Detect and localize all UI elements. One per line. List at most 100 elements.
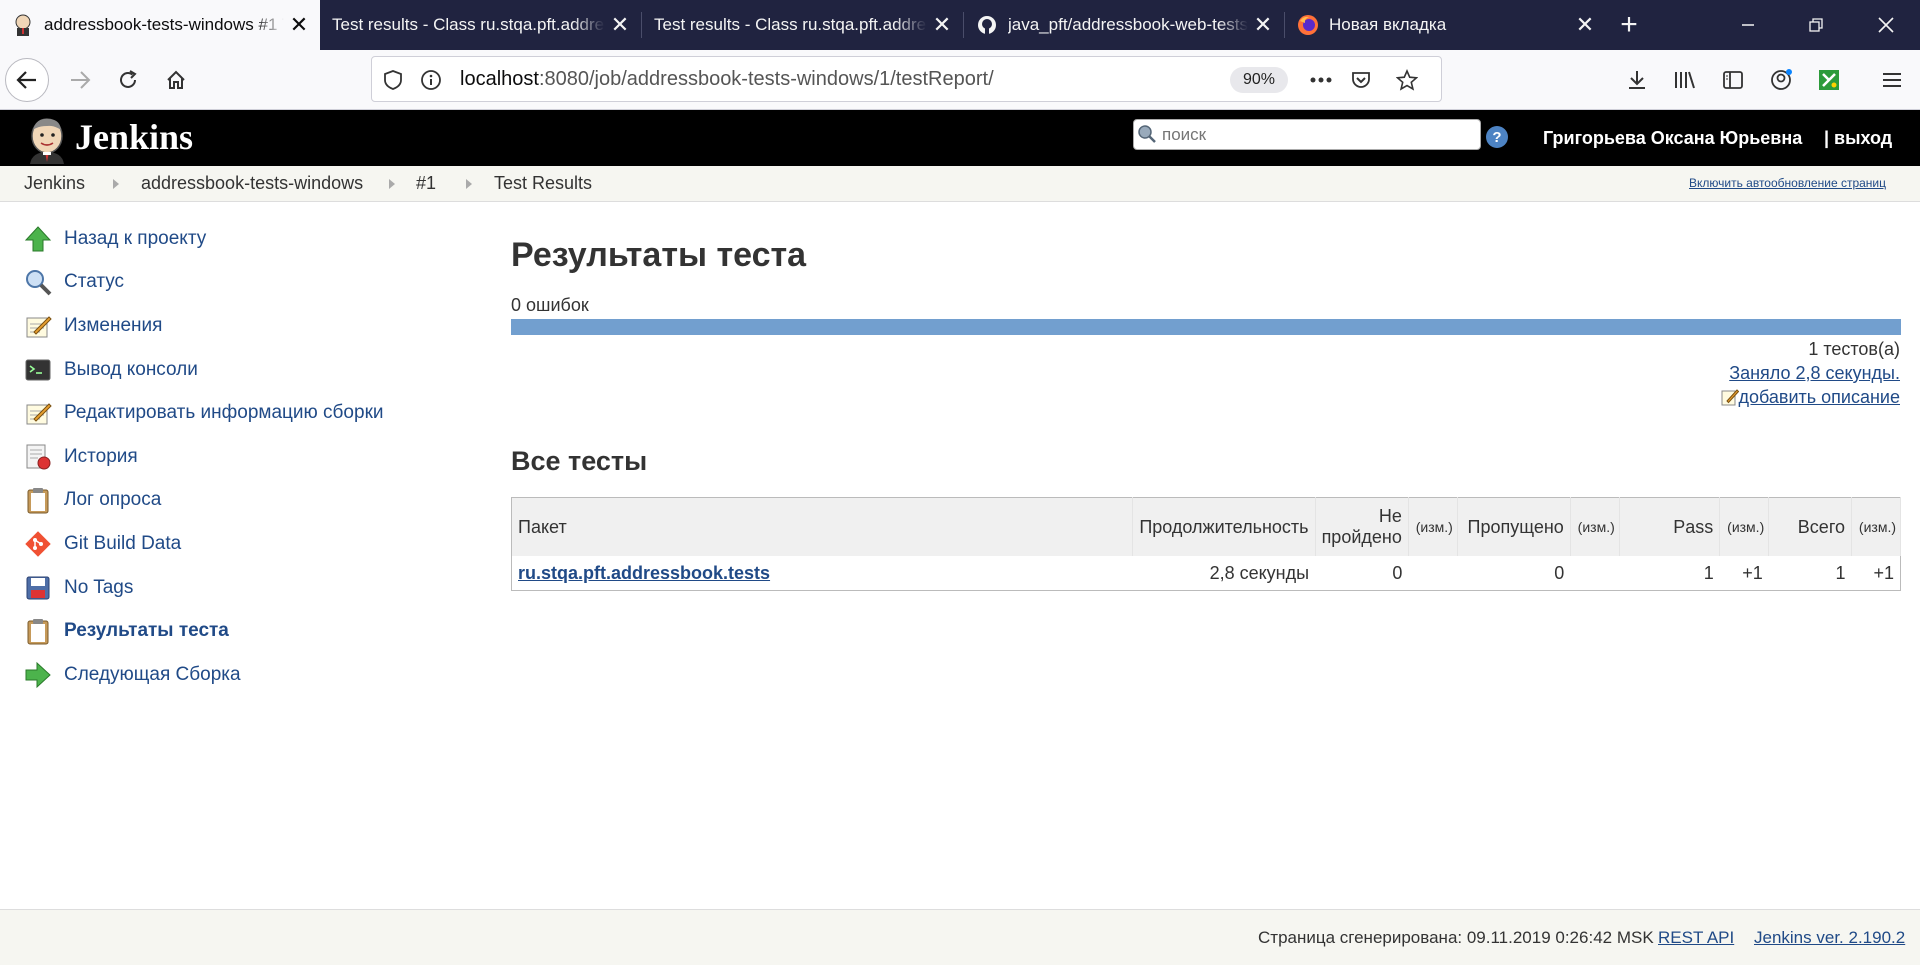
tracking-shield-icon[interactable] [378,65,408,95]
pocket-icon[interactable] [1346,65,1376,95]
column-failed[interactable]: Не пройдено [1315,497,1409,556]
page-title: Результаты теста [511,236,807,274]
column-total-diff[interactable]: (изм.) [1851,497,1901,556]
tab-title: Новая вкладка [1329,15,1447,34]
sidebar-item-history[interactable]: История [24,439,138,475]
failed-diff-cell [1408,556,1457,591]
jenkins-title[interactable]: Jenkins [75,116,193,158]
breadcrumb-job[interactable]: addressbook-tests-windows [141,173,363,194]
search-icon [1137,124,1157,144]
page-actions-icon[interactable] [1306,65,1336,95]
sidebar-item-test-results[interactable]: Результаты теста [24,613,229,649]
table-header-row: Пакет Продолжительность Не пройдено (изм… [511,497,1901,556]
sidebar-item-console-output[interactable]: Вывод консоли [24,352,198,388]
zoom-level-badge[interactable]: 90% [1230,67,1288,93]
user-name-link[interactable]: Григорьева Оксана Юрьевна [1543,128,1802,149]
table-row: ru.stqa.pft.addressbook.tests 2,8 секунд… [512,556,1901,591]
site-info-icon[interactable] [416,65,446,95]
sidebar-item-back-to-project[interactable]: Назад к проекту [24,221,206,257]
sidebar-item-label: Редактировать информацию сборки [64,402,384,423]
column-duration[interactable]: Продолжительность [1132,497,1316,556]
sidebar-item-git-build-data[interactable]: Git Build Data [24,526,181,562]
tab-title: Test results - Class ru.stqa.pft.address… [332,15,605,34]
jenkins-icon [12,14,34,36]
reload-button[interactable] [108,60,148,100]
home-button[interactable] [156,60,196,100]
jenkins-version-link[interactable]: Jenkins ver. 2.190.2 [1754,928,1905,948]
sidebar-item-polling-log[interactable]: Лог опроса [24,482,161,518]
tab-strip: addressbook-tests-windows #1 Test Result… [0,0,1920,50]
url-text[interactable]: localhost:8080/job/addressbook-tests-win… [460,68,994,91]
breadcrumb-arrow-icon[interactable] [466,179,472,189]
column-total[interactable]: Всего [1768,497,1852,556]
sidebar-item-edit-build-info[interactable]: Редактировать информацию сборки [24,395,384,431]
test-count: 1 тестов(а) [1808,339,1900,359]
close-tab-icon[interactable]: ✕ [927,10,957,40]
browser-tab-2[interactable]: Test results - Class ru.stqa.pft.address… [320,0,641,50]
downloads-icon[interactable] [1617,60,1657,100]
duration-cell: 2,8 секунды [1209,562,1310,583]
address-bar[interactable]: localhost:8080/job/addressbook-tests-win… [371,56,1442,102]
column-skipped[interactable]: Пропущено [1457,497,1571,556]
breadcrumb-jenkins[interactable]: Jenkins [24,173,85,194]
browser-tab-4[interactable]: java_pft/addressbook-web-tests ✕ [964,0,1284,50]
close-window-button[interactable] [1856,0,1916,50]
logout-link[interactable]: | выход [1824,128,1892,149]
search-input[interactable] [1133,119,1481,150]
breadcrumb-arrow-icon[interactable] [389,179,395,189]
close-tab-icon[interactable]: ✕ [284,10,314,40]
browser-tab-1[interactable]: addressbook-tests-windows #1 Test Result… [0,0,320,50]
menu-icon[interactable] [1872,60,1912,100]
save-icon [24,574,52,602]
breadcrumb: Jenkins addressbook-tests-windows #1 Tes… [0,166,1920,202]
extension-icon[interactable] [1809,60,1849,100]
forward-button[interactable] [60,60,100,100]
add-description-link[interactable]: добавить описание [1721,387,1901,411]
sidebar-item-changes[interactable]: Изменения [24,308,162,344]
breadcrumb-test-results[interactable]: Test Results [494,173,592,194]
footer: Страница сгенерирована: 09.11.2019 0:26:… [0,909,1920,965]
sidebar-item-label: Лог опроса [64,489,162,510]
total-diff-cell: +1 [1873,562,1894,583]
close-tab-icon[interactable]: ✕ [605,10,635,40]
skipped-cell: 0 [1554,562,1565,583]
notepad-icon [24,312,52,340]
add-description-label: добавить описание [1738,387,1901,407]
jenkins-header: Jenkins ? Григорьева Оксана Юрьевна | вы… [0,110,1920,166]
restore-button[interactable] [1786,0,1846,50]
column-failed-diff[interactable]: (изм.) [1408,497,1458,556]
breadcrumb-arrow-icon[interactable] [113,179,119,189]
sidebar-item-no-tags[interactable]: No Tags [24,570,133,606]
minimize-button[interactable] [1718,0,1778,50]
url-host: localhost [460,68,539,90]
bookmark-star-icon[interactable] [1392,65,1422,95]
account-icon[interactable] [1761,60,1801,100]
tests-table: Пакет Продолжительность Не пройдено (изм… [511,497,1901,591]
column-package[interactable]: Пакет [511,497,1134,556]
next-arrow-icon [24,661,52,689]
browser-tab-5[interactable]: Новая вкладка ✕ [1285,0,1606,50]
column-pass-diff[interactable]: (изм.) [1719,497,1770,556]
back-button[interactable] [5,58,49,102]
git-icon [24,530,52,558]
rest-api-link[interactable]: REST API [1658,928,1734,948]
new-tab-button[interactable]: + [1612,8,1646,42]
close-tab-icon[interactable]: ✕ [1570,10,1600,40]
sidebar-toggle-icon[interactable] [1713,60,1753,100]
column-skipped-diff[interactable]: (изм.) [1570,497,1620,556]
jenkins-logo-icon[interactable] [24,116,70,164]
duration-link[interactable]: Заняло 2,8 секунды. [1729,363,1900,384]
sidebar-item-label: Следующая Сборка [64,664,241,685]
breadcrumb-build[interactable]: #1 [416,173,436,194]
browser-tab-3[interactable]: Test results - Class ru.stqa.pft.address… [642,0,963,50]
column-pass[interactable]: Pass [1619,497,1721,556]
sidebar-item-status[interactable]: Статус [24,264,124,300]
pass-fill [511,319,1901,335]
package-link[interactable]: ru.stqa.pft.addressbook.tests [518,563,770,583]
close-tab-icon[interactable]: ✕ [1248,10,1278,40]
help-icon[interactable]: ? [1486,126,1508,148]
library-icon[interactable] [1665,60,1705,100]
sidebar-item-next-build[interactable]: Следующая Сборка [24,657,241,693]
sidebar-item-label: Назад к проекту [64,228,207,249]
auto-refresh-link[interactable]: Включить автообновление страниц [1689,176,1886,190]
